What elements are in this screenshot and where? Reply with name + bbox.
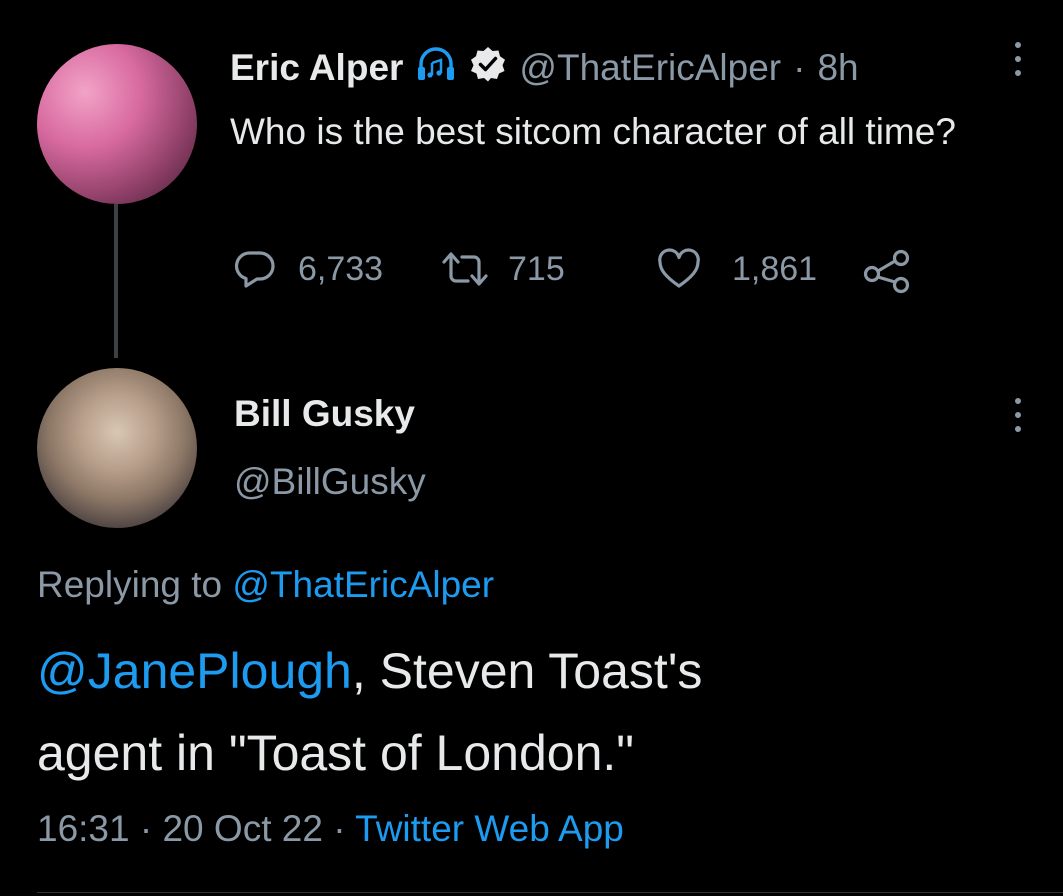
reply-tweet-text: @JanePlough, Steven Toast's agent in "To… xyxy=(37,630,1027,794)
author-handle[interactable]: @ThatEricAlper xyxy=(519,47,781,89)
reply-meta-line: 16:31 · 20 Oct 22 · Twitter Web App xyxy=(37,808,624,850)
like-action[interactable]: 1,861 xyxy=(656,248,817,290)
separator-dot: · xyxy=(333,808,346,849)
reply-count: 6,733 xyxy=(298,249,384,288)
verified-badge-icon xyxy=(469,45,507,92)
reply-time[interactable]: 16:31 xyxy=(37,808,130,849)
mention-link[interactable]: @JanePlough xyxy=(37,643,352,699)
retweet-count: 715 xyxy=(508,249,565,288)
avatar-bill-gusky[interactable] xyxy=(37,368,197,528)
reply-text-line1: , Steven Toast's xyxy=(351,643,703,699)
parent-tweet-text: Who is the best sitcom character of all … xyxy=(230,111,956,152)
retweet-action[interactable]: 715 xyxy=(440,248,565,290)
retweet-icon xyxy=(440,248,490,290)
reply-icon xyxy=(234,248,276,290)
separator-dot: · xyxy=(793,47,806,88)
thread-connector-line xyxy=(114,204,118,358)
replying-to-line: Replying to @ThatEricAlper xyxy=(37,564,494,606)
like-icon xyxy=(656,248,702,290)
parent-tweet-header: Eric Alper @ThatEricAlper · 8h xyxy=(230,44,859,92)
separator-dot: · xyxy=(139,808,153,849)
share-icon[interactable] xyxy=(862,248,914,299)
reply-author-name[interactable]: Bill Gusky xyxy=(234,393,415,435)
reply-action[interactable]: 6,733 xyxy=(234,248,383,290)
headphones-music-icon xyxy=(415,44,457,93)
tweet-time[interactable]: 8h xyxy=(817,47,858,89)
replying-to-prefix: Replying to xyxy=(37,564,223,605)
reply-text-line2: agent in "Toast of London." xyxy=(37,725,635,781)
replying-to-link[interactable]: @ThatEricAlper xyxy=(232,564,494,605)
author-name[interactable]: Eric Alper xyxy=(230,47,403,89)
reply-date[interactable]: 20 Oct 22 xyxy=(162,808,322,849)
divider xyxy=(37,892,1063,893)
more-options-icon[interactable] xyxy=(1015,398,1021,432)
like-count: 1,861 xyxy=(732,249,818,288)
tweet-source-link[interactable]: Twitter Web App xyxy=(355,808,624,849)
more-options-icon[interactable] xyxy=(1015,42,1021,76)
reply-author-handle[interactable]: @BillGusky xyxy=(234,461,426,503)
avatar-eric-alper[interactable] xyxy=(37,44,197,204)
